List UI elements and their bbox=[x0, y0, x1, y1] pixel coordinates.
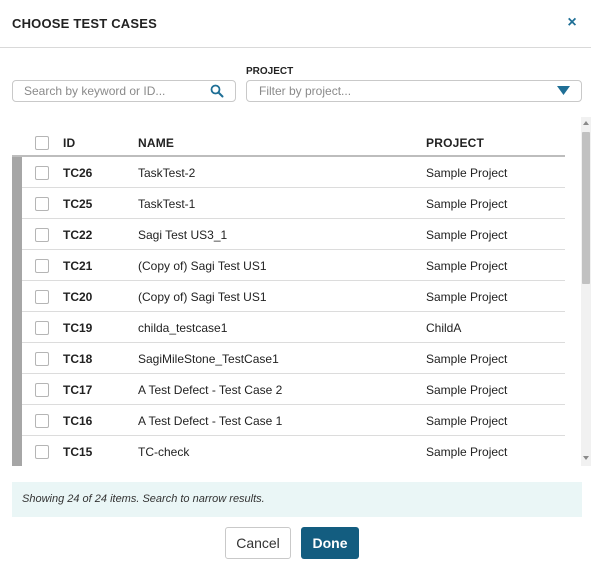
row-name: SagiMileStone_TestCase1 bbox=[138, 352, 279, 366]
row-marker bbox=[12, 405, 22, 436]
row-project: Sample Project bbox=[426, 290, 508, 304]
row-checkbox[interactable] bbox=[35, 228, 49, 242]
project-filter-label: PROJECT bbox=[246, 66, 294, 77]
row-project: Sample Project bbox=[426, 166, 508, 180]
row-project: Sample Project bbox=[426, 414, 508, 428]
table-row[interactable]: TC19 childa_testcase1 ChildA bbox=[12, 312, 565, 343]
table-row[interactable]: TC18 SagiMileStone_TestCase1 Sample Proj… bbox=[12, 343, 565, 374]
row-marker bbox=[12, 219, 22, 250]
row-name: A Test Defect - Test Case 2 bbox=[138, 383, 283, 397]
row-marker bbox=[12, 436, 22, 466]
row-project: ChildA bbox=[426, 321, 462, 335]
cancel-button[interactable]: Cancel bbox=[225, 527, 291, 559]
row-marker bbox=[12, 250, 22, 281]
project-filter-select[interactable]: Filter by project... bbox=[246, 80, 582, 102]
search-input[interactable] bbox=[13, 81, 214, 101]
row-checkbox[interactable] bbox=[35, 414, 49, 428]
table-row[interactable]: TC25 TaskTest-1 Sample Project bbox=[12, 188, 565, 219]
row-project: Sample Project bbox=[426, 259, 508, 273]
caret-down-icon[interactable] bbox=[557, 86, 570, 95]
column-header-name: NAME bbox=[138, 136, 175, 150]
row-checkbox[interactable] bbox=[35, 166, 49, 180]
row-id: TC22 bbox=[63, 228, 93, 242]
test-case-table: ID NAME PROJECT TC26 TaskTest-2 Sample P… bbox=[12, 117, 591, 466]
results-count-text: Showing 24 of 24 items. Search to narrow… bbox=[22, 493, 265, 505]
row-checkbox[interactable] bbox=[35, 445, 49, 459]
row-id: TC19 bbox=[63, 321, 93, 335]
row-name: TaskTest-1 bbox=[138, 197, 196, 211]
row-name: TaskTest-2 bbox=[138, 166, 196, 180]
table-row[interactable]: TC21 (Copy of) Sagi Test US1 Sample Proj… bbox=[12, 250, 565, 281]
row-id: TC26 bbox=[63, 166, 93, 180]
row-id: TC21 bbox=[63, 259, 93, 273]
dialog-header: CHOOSE TEST CASES × bbox=[0, 0, 591, 48]
row-id: TC20 bbox=[63, 290, 93, 304]
dialog-title: CHOOSE TEST CASES bbox=[12, 16, 157, 31]
row-id: TC25 bbox=[63, 197, 93, 211]
table-row[interactable]: TC16 A Test Defect - Test Case 1 Sample … bbox=[12, 405, 565, 436]
table-row[interactable]: TC15 TC-check Sample Project bbox=[12, 436, 565, 466]
row-marker bbox=[12, 374, 22, 405]
scroll-down-arrow-icon[interactable] bbox=[583, 456, 589, 460]
row-checkbox[interactable] bbox=[35, 352, 49, 366]
row-marker bbox=[12, 343, 22, 374]
row-name: (Copy of) Sagi Test US1 bbox=[138, 290, 267, 304]
row-checkbox[interactable] bbox=[35, 197, 49, 211]
row-project: Sample Project bbox=[426, 228, 508, 242]
scrollbar-thumb[interactable] bbox=[582, 132, 590, 284]
row-checkbox[interactable] bbox=[35, 290, 49, 304]
search-icon[interactable] bbox=[210, 84, 224, 98]
done-button[interactable]: Done bbox=[301, 527, 359, 559]
column-header-project: PROJECT bbox=[426, 136, 485, 150]
table-row[interactable]: TC20 (Copy of) Sagi Test US1 Sample Proj… bbox=[12, 281, 565, 312]
row-checkbox[interactable] bbox=[35, 321, 49, 335]
row-name: childa_testcase1 bbox=[138, 321, 228, 335]
row-checkbox[interactable] bbox=[35, 259, 49, 273]
row-marker bbox=[12, 157, 22, 188]
project-filter-placeholder: Filter by project... bbox=[259, 84, 352, 98]
row-id: TC18 bbox=[63, 352, 93, 366]
row-marker bbox=[12, 281, 22, 312]
table-row[interactable]: TC26 TaskTest-2 Sample Project bbox=[12, 157, 565, 188]
row-name: TC-check bbox=[138, 445, 190, 459]
results-status-bar: Showing 24 of 24 items. Search to narrow… bbox=[12, 482, 582, 517]
table-row[interactable]: TC22 Sagi Test US3_1 Sample Project bbox=[12, 219, 565, 250]
table-header: ID NAME PROJECT bbox=[12, 117, 565, 157]
row-project: Sample Project bbox=[426, 352, 508, 366]
row-id: TC16 bbox=[63, 414, 93, 428]
row-project: Sample Project bbox=[426, 197, 508, 211]
row-id: TC17 bbox=[63, 383, 93, 397]
row-name: (Copy of) Sagi Test US1 bbox=[138, 259, 267, 273]
column-header-id: ID bbox=[63, 136, 76, 150]
row-marker bbox=[12, 312, 22, 343]
row-marker bbox=[12, 188, 22, 219]
row-checkbox[interactable] bbox=[35, 383, 49, 397]
row-project: Sample Project bbox=[426, 445, 508, 459]
scroll-up-arrow-icon[interactable] bbox=[583, 121, 589, 125]
search-box bbox=[12, 80, 236, 102]
row-project: Sample Project bbox=[426, 383, 508, 397]
close-icon[interactable]: × bbox=[563, 12, 581, 34]
table-row[interactable]: TC17 A Test Defect - Test Case 2 Sample … bbox=[12, 374, 565, 405]
row-name: Sagi Test US3_1 bbox=[138, 228, 228, 242]
row-id: TC15 bbox=[63, 445, 93, 459]
table-scrollbar[interactable] bbox=[581, 117, 591, 466]
select-all-checkbox[interactable] bbox=[35, 136, 49, 150]
row-name: A Test Defect - Test Case 1 bbox=[138, 414, 283, 428]
